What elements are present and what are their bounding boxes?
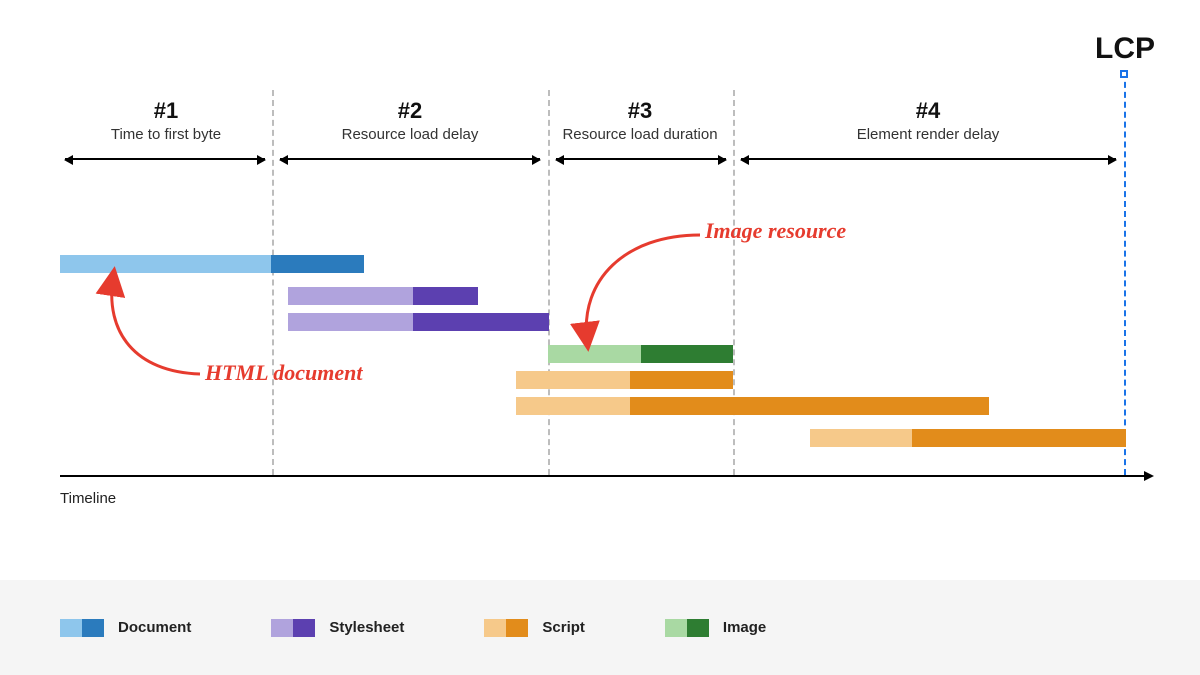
divider-3 (733, 90, 735, 475)
phase-4-num: #4 (916, 98, 940, 124)
legend-script: Script (484, 619, 585, 637)
phase-2-range (280, 158, 540, 160)
diagram-stage: LCP #1 Time to first byte #2 Resource lo… (0, 0, 1200, 675)
legend-image: Image (665, 619, 766, 637)
phase-1-num: #1 (154, 98, 178, 124)
phase-4-label: Element render delay (857, 126, 1000, 143)
phase-1-label: Time to first byte (111, 126, 221, 143)
legend-document-label: Document (118, 619, 191, 636)
swatch-script-icon (484, 619, 528, 637)
lcp-label: LCP (1095, 32, 1155, 66)
arrow-image-resource-icon (565, 225, 735, 360)
bar-script-2 (516, 397, 989, 415)
phase-3-num: #3 (628, 98, 652, 124)
legend-image-label: Image (723, 619, 766, 636)
legend-stylesheet-label: Stylesheet (329, 619, 404, 636)
bar-script-3 (810, 429, 1126, 447)
annotation-image-resource: Image resource (705, 218, 846, 244)
swatch-stylesheet-icon (271, 619, 315, 637)
divider-2 (548, 90, 550, 475)
legend-script-label: Script (542, 619, 585, 636)
bar-stylesheet-2 (288, 313, 549, 331)
lcp-marker-line (1124, 72, 1126, 475)
legend-document: Document (60, 619, 191, 637)
swatch-document-icon (60, 619, 104, 637)
phase-2-num: #2 (398, 98, 422, 124)
legend-stylesheet: Stylesheet (271, 619, 404, 637)
bar-stylesheet-1 (288, 287, 478, 305)
bar-document (60, 255, 364, 273)
divider-1 (272, 90, 274, 475)
legend: Document Stylesheet Script Image (0, 580, 1200, 675)
timeline-axis (60, 475, 1152, 477)
bar-script-1 (516, 371, 733, 389)
lcp-marker-icon (1120, 70, 1128, 78)
timeline-axis-label: Timeline (60, 490, 116, 507)
phase-3-range (556, 158, 726, 160)
annotation-html-document: HTML document (205, 360, 362, 386)
bar-image (548, 345, 733, 363)
swatch-image-icon (665, 619, 709, 637)
phase-4-range (741, 158, 1116, 160)
phase-3-label: Resource load duration (562, 126, 717, 143)
phase-2-label: Resource load delay (342, 126, 479, 143)
phase-1-range (65, 158, 265, 160)
